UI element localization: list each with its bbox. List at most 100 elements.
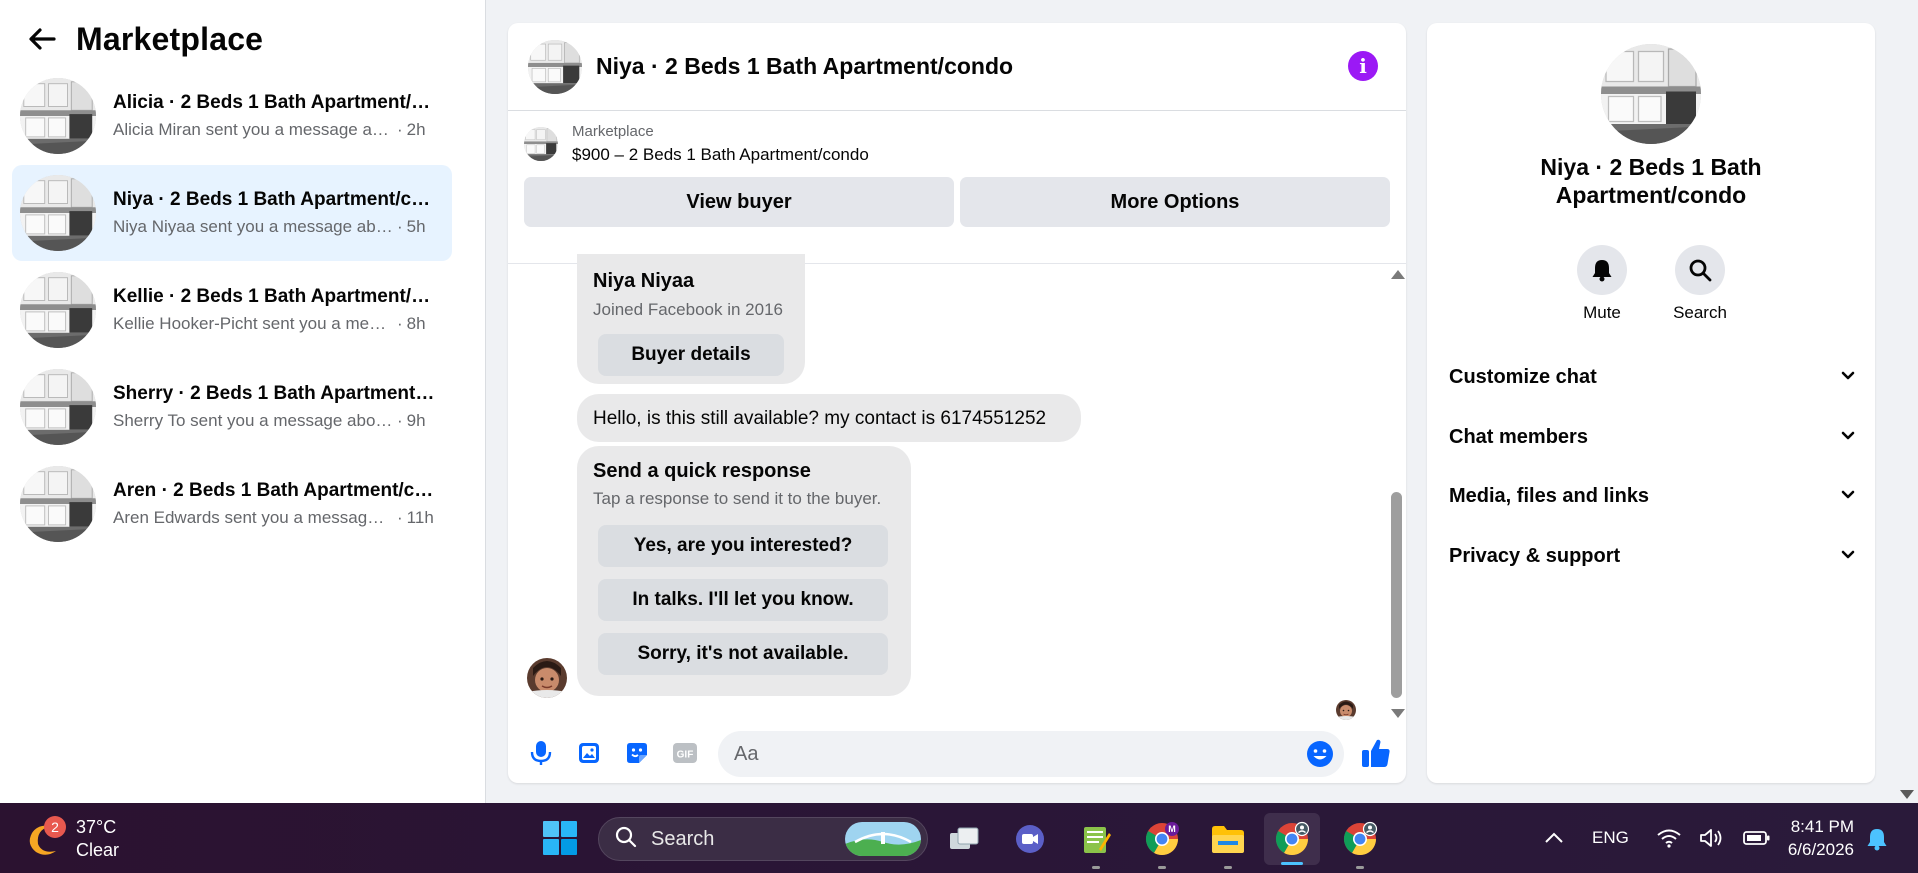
chevron-down-icon — [1841, 368, 1855, 386]
section-chat-members[interactable]: Chat members — [1449, 413, 1855, 461]
buyer-avatar[interactable] — [527, 658, 567, 698]
conversation-sidebar: Marketplace Alicia · 2 Beds 1 Bath Apart… — [0, 0, 486, 803]
conversation-name: Kellie · 2 Beds 1 Bath Apartment/condo — [113, 286, 438, 307]
notepad-app-icon[interactable] — [1076, 819, 1116, 869]
conversation-item-sherry[interactable]: Sherry · 2 Beds 1 Bath Apartment/condo S… — [12, 359, 452, 455]
quick-response-talks-button[interactable]: In talks. I'll let you know. — [598, 579, 888, 621]
moon-icon: 2 — [26, 816, 66, 858]
taskbar-search[interactable]: Search — [598, 817, 928, 861]
meet-app-icon[interactable] — [1010, 819, 1050, 859]
section-customize-chat[interactable]: Customize chat — [1449, 353, 1855, 401]
listing-thumbnail — [20, 369, 96, 445]
chat-panel: Niya · 2 Beds 1 Bath Apartment/condo i M… — [508, 23, 1406, 783]
windows-start-icon[interactable] — [542, 820, 578, 856]
system-tray: ENG — [1544, 803, 1789, 873]
notification-bell-icon[interactable] — [1866, 827, 1888, 856]
chat-title[interactable]: Niya · 2 Beds 1 Bath Apartment/condo — [596, 53, 1013, 80]
conversation-item-alicia[interactable]: Alicia · 2 Beds 1 Bath Apartment/condo A… — [12, 68, 452, 164]
conversation-item-kellie[interactable]: Kellie · 2 Beds 1 Bath Apartment/condo K… — [12, 262, 452, 358]
bell-icon — [1577, 245, 1627, 295]
section-privacy-support[interactable]: Privacy & support — [1449, 532, 1855, 580]
quick-response-card: Send a quick response Tap a response to … — [577, 446, 911, 696]
details-title: Niya · 2 Beds 1 Bath Apartment/condo — [1540, 154, 1762, 208]
buyer-joined: Joined Facebook in 2016 — [593, 300, 783, 319]
conversation-time: 5h — [406, 217, 426, 236]
chevron-up-icon[interactable] — [1544, 832, 1564, 844]
quick-response-sorry-button[interactable]: Sorry, it's not available. — [598, 633, 888, 675]
mute-button[interactable]: Mute — [1577, 245, 1627, 323]
message-input[interactable] — [718, 731, 1344, 777]
weather-temperature: 37°C — [76, 817, 117, 837]
scroll-down-icon[interactable] — [1391, 709, 1405, 718]
view-buyer-button[interactable]: View buyer — [524, 177, 954, 227]
file-explorer-icon[interactable] — [1208, 819, 1248, 869]
conversation-preview: Aren Edwards sent you a message about yo… — [113, 508, 393, 527]
wifi-icon[interactable] — [1657, 828, 1681, 848]
scroll-up-icon[interactable] — [1391, 270, 1405, 279]
photo-icon[interactable] — [574, 738, 604, 768]
listing-thumbnail — [20, 175, 96, 251]
conversation-preview: Niya Niyaa sent you a message about your… — [113, 217, 393, 236]
section-media-files-links[interactable]: Media, files and links — [1449, 472, 1855, 520]
running-indicator — [1356, 866, 1364, 869]
sidebar-title: Marketplace — [76, 20, 264, 57]
section-label: Customize chat — [1449, 365, 1597, 388]
search-button[interactable]: Search — [1673, 245, 1727, 323]
running-indicator — [1092, 866, 1100, 869]
listing-thumbnail — [524, 127, 558, 161]
conversation-time: 9h — [406, 411, 426, 430]
windows-taskbar: 2 37°C Clear Search M ENG 8:41 PM 6/6/20… — [0, 803, 1918, 873]
active-indicator — [1281, 862, 1303, 865]
listing-source: Marketplace — [572, 123, 654, 140]
message-scrollbar[interactable] — [1386, 264, 1406, 724]
language-indicator[interactable]: ENG — [1592, 828, 1629, 848]
conversation-name: Aren · 2 Beds 1 Bath Apartment/condo — [113, 480, 438, 501]
conversation-name: Alicia · 2 Beds 1 Bath Apartment/condo — [113, 92, 438, 113]
search-icon — [1675, 245, 1725, 295]
buyer-details-button[interactable]: Buyer details — [598, 334, 784, 376]
more-options-button[interactable]: More Options — [960, 177, 1390, 227]
listing-thumbnail — [20, 78, 96, 154]
section-label: Media, files and links — [1449, 484, 1650, 507]
weather-condition: Clear — [76, 840, 120, 860]
listing-actions: View buyer More Options — [508, 177, 1406, 227]
conversation-item-aren[interactable]: Aren · 2 Beds 1 Bath Apartment/condo Are… — [12, 456, 452, 552]
page-scroll-down-icon[interactable] — [1900, 790, 1914, 799]
clock-date: 6/6/2026 — [1787, 840, 1854, 859]
scroll-thumb[interactable] — [1391, 492, 1402, 698]
conversation-time: 8h — [406, 314, 426, 333]
emoji-icon[interactable] — [1306, 740, 1334, 768]
microphone-icon[interactable] — [526, 738, 556, 768]
system-clock[interactable]: 8:41 PM 6/6/2026 — [1778, 815, 1854, 861]
chevron-down-icon — [1841, 487, 1855, 505]
battery-icon[interactable] — [1742, 830, 1771, 846]
volume-icon[interactable] — [1699, 828, 1725, 848]
listing-banner[interactable]: Marketplace $900 – 2 Beds 1 Bath Apartme… — [508, 111, 1406, 177]
buyer-message: Hello, is this still available? my conta… — [577, 394, 1081, 442]
conversation-preview: Alicia Miran sent you a message about yo… — [113, 120, 393, 139]
task-view-icon[interactable] — [944, 819, 984, 859]
conversation-item-niya[interactable]: Niya · 2 Beds 1 Bath Apartment/condo Niy… — [12, 165, 452, 261]
sticker-icon[interactable] — [622, 738, 652, 768]
taskbar-search-label: Search — [651, 827, 715, 850]
clock-time: 8:41 PM — [1790, 817, 1854, 836]
chat-avatar[interactable] — [528, 40, 582, 94]
back-arrow-icon[interactable] — [26, 23, 58, 55]
chat-header: Niya · 2 Beds 1 Bath Apartment/condo i — [508, 23, 1406, 111]
listing-price: $900 – 2 Beds 1 Bath Apartment/condo — [572, 145, 869, 164]
quick-response-yes-button[interactable]: Yes, are you interested? — [598, 525, 888, 567]
quick-response-subtitle: Tap a response to send it to the buyer. — [593, 489, 882, 508]
conversation-time: 11h — [406, 508, 434, 527]
thumbs-up-icon[interactable] — [1360, 737, 1392, 769]
chrome-active-app-icon[interactable] — [1264, 813, 1320, 865]
info-icon[interactable]: i — [1348, 51, 1378, 81]
search-label: Search — [1673, 303, 1727, 322]
quick-response-title: Send a quick response — [593, 460, 811, 482]
chrome-profile-app-icon[interactable]: M — [1142, 819, 1182, 869]
sidebar-header: Marketplace — [0, 0, 485, 78]
chrome-second-profile-icon[interactable] — [1340, 819, 1380, 869]
message-thread: Niya Niyaa Joined Facebook in 2016 Buyer… — [508, 254, 1406, 724]
weather-widget[interactable]: 2 37°C Clear — [26, 816, 119, 862]
seen-avatar — [1336, 700, 1356, 720]
gif-icon[interactable]: GIF — [670, 738, 700, 768]
